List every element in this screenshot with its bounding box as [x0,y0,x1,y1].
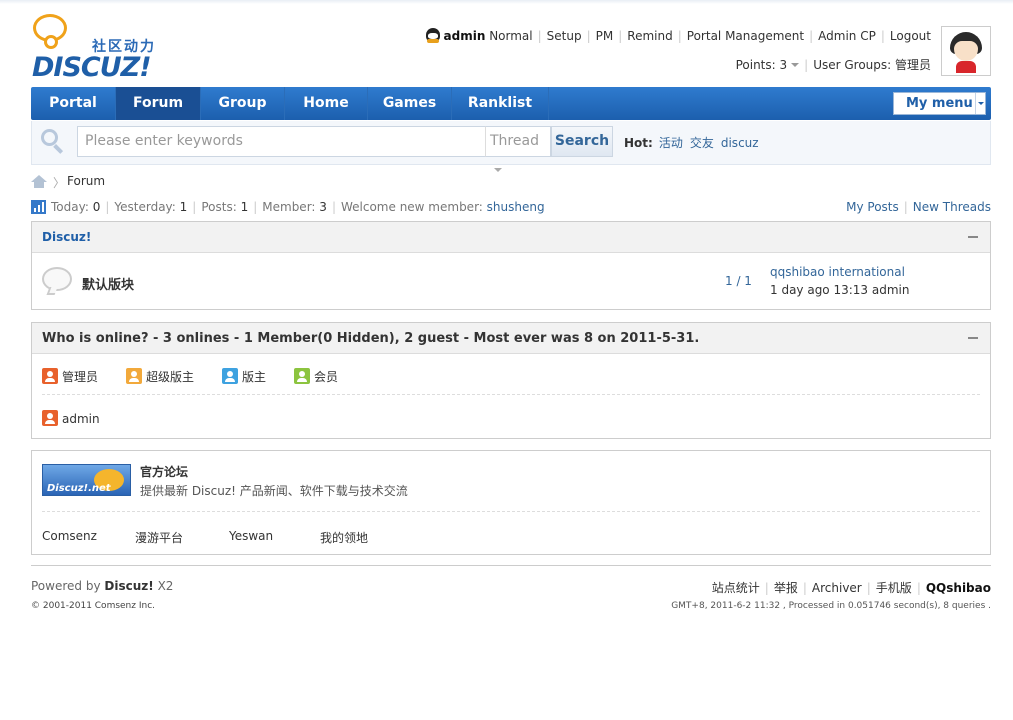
stats-links: My Posts | New Threads [846,200,991,214]
breadcrumb-current: Forum [67,174,106,188]
top-strip [0,0,1013,4]
legend-moderator: 版主 [222,368,266,385]
user-icon [126,368,142,384]
user-status: Normal [489,29,533,43]
version: X2 [157,579,174,593]
stats-link[interactable]: 站点统计 [712,581,760,595]
qq-icon [425,28,440,43]
category-header: Discuz! [32,222,990,253]
user-bar-secondary: Points: 3 | User Groups: 管理员 [735,58,931,72]
user-icon [222,368,238,384]
discuz-net-logo[interactable]: Discuz!.net [42,464,131,496]
nav-forum[interactable]: Forum [116,87,201,120]
hot-keyword[interactable]: 活动 [659,136,683,150]
remind-link[interactable]: Remind [627,29,672,43]
hot-label: Hot: [624,136,653,150]
site-logo[interactable]: 社区动力 DISCUZ! [30,14,165,83]
online-header: Who is online? - 3 onlines - 1 Member(0 … [32,323,990,354]
avatar[interactable] [941,26,991,76]
divider [42,394,980,395]
forum-thread-post-count: 1 / 1 [725,274,752,288]
my-posts-link[interactable]: My Posts [846,200,899,214]
mobile-link[interactable]: 手机版 [876,581,912,595]
discuz-link[interactable]: Discuz! [104,579,153,593]
hot-keyword[interactable]: discuz [721,136,759,150]
hot-keywords: Hot: 活动 交友 discuz [624,134,766,151]
breadcrumb-separator: 〉 [53,176,66,190]
divider [42,511,980,512]
online-user-admin[interactable]: admin [42,410,100,426]
admin-cp-link[interactable]: Admin CP [818,29,876,43]
username-link[interactable]: admin [444,29,486,43]
category-box: Discuz! 默认版块 1 / 1 qqshibao internationa… [31,221,991,310]
footer-links: 站点统计 | 举报 | Archiver | 手机版 | QQshibao [711,581,991,595]
yesterday-count: 1 [179,200,188,214]
report-link[interactable]: 举报 [774,581,798,595]
nav-group[interactable]: Group [201,87,285,120]
friend-links-box: Discuz!.net 官方论坛 提供最新 Discuz! 产品新闻、软件下载与… [31,450,991,555]
logout-link[interactable]: Logout [890,29,931,43]
bar-chart-icon [31,200,46,214]
friend-link[interactable]: 我的领地 [320,529,368,546]
user-icon [294,368,310,384]
avatar-image [944,29,988,73]
nav-ranklist[interactable]: Ranklist [452,87,549,120]
archiver-link[interactable]: Archiver [812,581,862,595]
friend-link[interactable]: Yeswan [229,529,273,543]
logo-bubble-icon [33,14,67,49]
forum-row: 默认版块 1 / 1 qqshibao international 1 day … [32,253,990,309]
nav-portal[interactable]: Portal [31,87,116,120]
user-icon [42,410,58,426]
user-bar: admin Normal | Setup | PM | Remind | Portal Mana… [425,28,931,43]
search-button[interactable]: Search [551,126,613,157]
collapse-icon[interactable] [968,337,978,339]
search-input[interactable]: Please enter keywords [77,126,486,157]
official-forum-link[interactable]: 官方论坛 [140,463,188,480]
nav-games[interactable]: Games [368,87,452,120]
online-title: Who is online? - 3 onlines - 1 Member(0 … [42,331,700,346]
logo-wordmark: DISCUZ! [32,52,152,83]
main-nav: Portal Forum Group Home Games Ranklist [31,87,991,120]
processing-info: GMT+8, 2011-6-2 11:32 , Processed in 0.0… [671,601,991,611]
online-box: Who is online? - 3 onlines - 1 Member(0 … [31,322,991,439]
search-bar: Please enter keywords Thread Search Hot:… [31,121,991,172]
portal-management-link[interactable]: Portal Management [687,29,804,43]
chevron-down-icon [791,63,800,67]
powered-by: Powered by Discuz! X2 [31,579,174,593]
new-member-link[interactable]: shusheng [487,200,545,214]
footer-divider [31,565,991,566]
collapse-icon[interactable] [968,236,978,238]
nav-home[interactable]: Home [285,87,368,120]
search-icon [41,129,64,154]
posts-count: 1 [240,200,249,214]
forum-name[interactable]: 默认版块 [82,274,134,293]
user-icon [42,368,58,384]
points-dropdown[interactable]: Points: 3 [736,58,800,72]
category-title[interactable]: Discuz! [42,230,91,244]
my-menu-button[interactable]: My menu [893,92,986,115]
pm-link[interactable]: PM [596,29,614,43]
legend-super-moderator: 超级版主 [126,368,194,385]
friend-link[interactable]: 漫游平台 [135,529,183,546]
legend-member: 会员 [294,368,338,385]
hot-keyword[interactable]: 交友 [690,136,714,150]
search-type-select[interactable]: Thread [485,126,551,172]
friend-link[interactable]: Comsenz [42,529,97,543]
last-post-link[interactable]: qqshibao international [770,265,905,279]
new-threads-link[interactable]: New Threads [913,200,991,214]
forum-bubble-icon [42,267,72,295]
copyright: © 2001-2011 Comsenz Inc. [31,601,156,611]
chevron-down-icon [975,93,985,114]
official-forum-desc: 提供最新 Discuz! 产品新闻、软件下载与技术交流 [140,484,408,498]
last-post-meta: 1 day ago 13:13 admin [770,283,910,297]
user-groups-link[interactable]: User Groups: 管理员 [813,58,931,72]
home-icon[interactable] [31,175,47,188]
chevron-down-icon [494,168,502,172]
setup-link[interactable]: Setup [547,29,582,43]
forum-stats: Today: 0 | Yesterday: 1 | Posts: 1 | Member: 3… [31,200,545,214]
member-count: 3 [319,200,327,214]
legend-admin: 管理员 [42,368,98,385]
site-name-link[interactable]: QQshibao [926,581,991,595]
today-count: 0 [92,200,101,214]
